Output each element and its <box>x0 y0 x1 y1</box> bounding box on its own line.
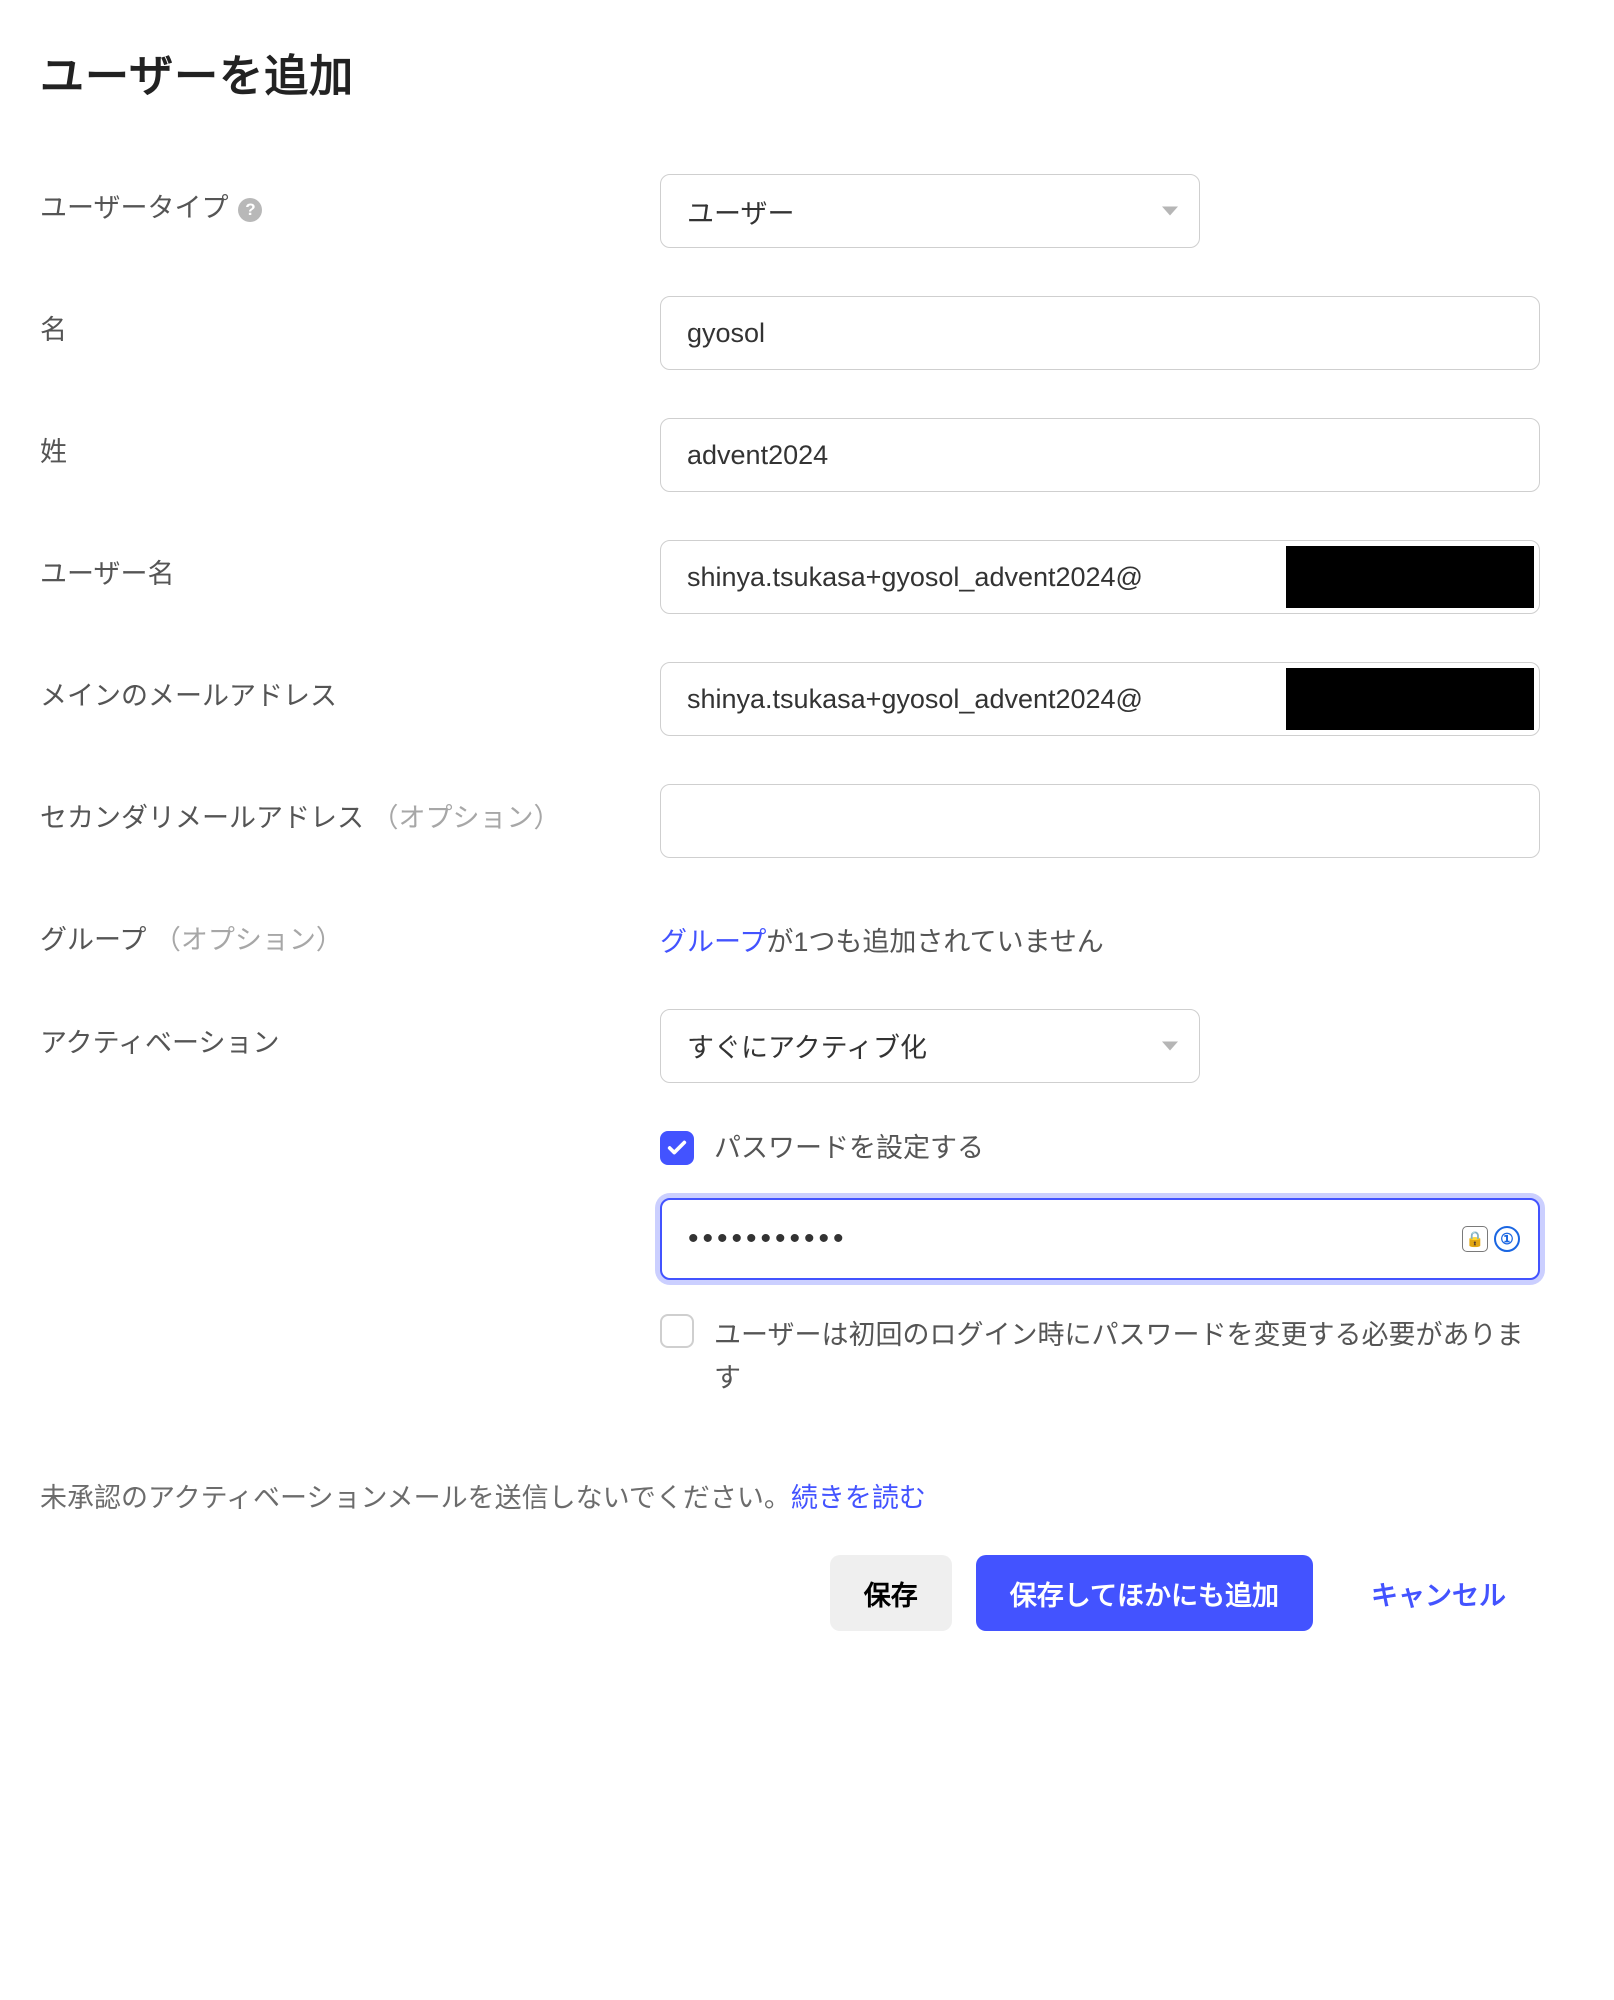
page-title: ユーザーを追加 <box>40 40 1574 104</box>
redacted-block <box>1286 668 1534 730</box>
groups-link[interactable]: グループ <box>660 927 766 957</box>
label-secondary-email: セカンダリメールアドレス （オプション） <box>40 784 660 839</box>
require-password-change-checkbox[interactable] <box>660 1314 694 1348</box>
label-last-name: 姓 <box>40 418 660 473</box>
label-username: ユーザー名 <box>40 540 660 595</box>
user-type-select[interactable]: ユーザー <box>660 174 1200 248</box>
footer-note: 未承認のアクティベーションメールを送信しないでください。続きを読む <box>40 1476 1574 1515</box>
label-groups: グループ （オプション） <box>40 906 660 961</box>
chevron-down-icon <box>1162 207 1178 216</box>
help-icon[interactable]: ? <box>238 198 262 222</box>
password-input[interactable] <box>660 1198 1540 1280</box>
first-name-input[interactable] <box>660 296 1540 370</box>
lock-icon[interactable]: 🔒 <box>1462 1226 1488 1252</box>
activation-select[interactable]: すぐにアクティブ化 <box>660 1009 1200 1083</box>
label-activation: アクティベーション <box>40 1009 660 1064</box>
set-password-checkbox[interactable] <box>660 1131 694 1165</box>
label-first-name: 名 <box>40 296 660 351</box>
save-and-add-button[interactable]: 保存してほかにも追加 <box>976 1555 1313 1631</box>
save-button[interactable]: 保存 <box>830 1555 952 1631</box>
redacted-block <box>1286 546 1534 608</box>
chevron-down-icon <box>1162 1041 1178 1050</box>
last-name-input[interactable] <box>660 418 1540 492</box>
secondary-email-input[interactable] <box>660 784 1540 858</box>
set-password-label: パスワードを設定する <box>714 1127 984 1170</box>
label-primary-email: メインのメールアドレス <box>40 662 660 717</box>
cancel-button[interactable]: キャンセル <box>1337 1555 1540 1631</box>
read-more-link[interactable]: 続きを読む <box>791 1483 926 1513</box>
require-password-change-label: ユーザーは初回のログイン時にパスワードを変更する必要があります <box>714 1314 1540 1400</box>
label-user-type: ユーザータイプ? <box>40 174 660 229</box>
password-manager-icon[interactable]: ① <box>1494 1226 1520 1252</box>
groups-empty-text: グループが1つも追加されていません <box>660 906 1574 959</box>
